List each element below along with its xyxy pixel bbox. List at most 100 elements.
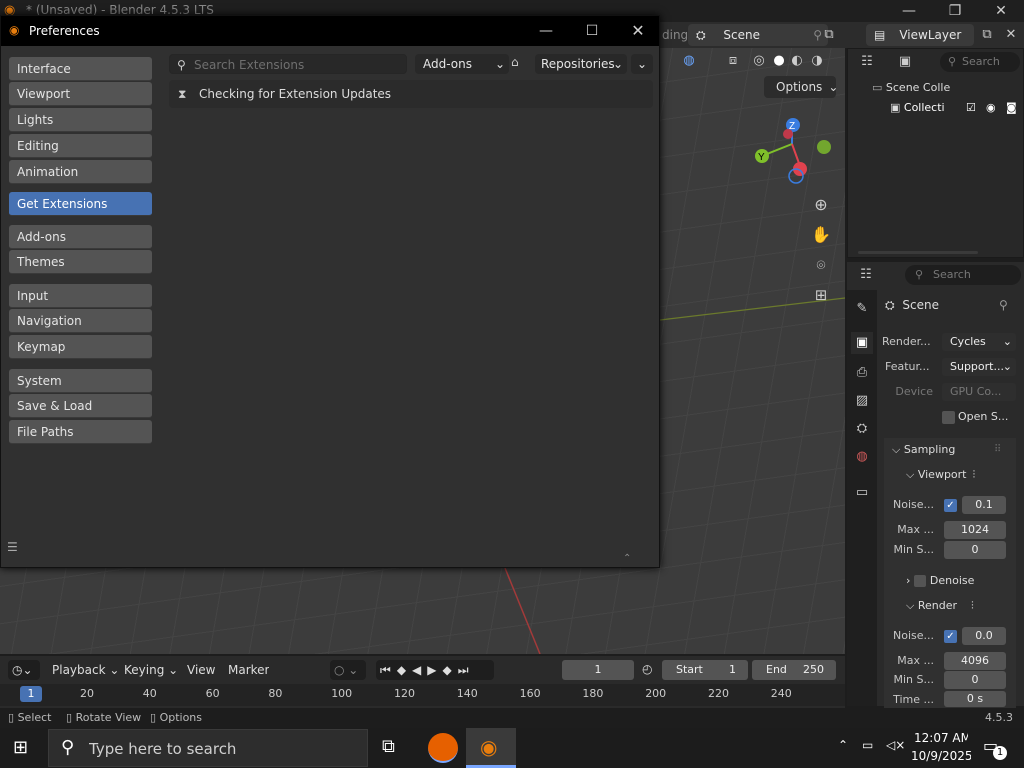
properties-search-input[interactable]: ⚲ Search [905,265,1021,285]
render-max-field[interactable]: 4096 [944,652,1006,670]
more-options-dropdown[interactable]: ⌄ [631,54,653,74]
close-button[interactable]: ✕ [978,0,1024,22]
zoom-icon[interactable]: ⊕ [810,194,832,216]
render-tab-icon[interactable]: ▣ [851,332,873,354]
display-mode-icon[interactable]: ▣ [894,51,916,73]
task-view-icon[interactable]: ⧉ [382,736,395,757]
new-viewlayer-icon[interactable]: ⧉ [976,24,998,46]
eye-icon[interactable]: ◉ [986,101,996,114]
nav-item-save-load[interactable]: Save & Load [9,394,152,418]
sampling-header[interactable]: ⌵ Sampling [892,443,955,457]
clock-date[interactable]: 10/9/2025 [911,749,971,763]
scene-tab-icon[interactable]: ⛭ [851,418,873,440]
view-layer-tab-icon[interactable]: ▨ [851,390,873,412]
render-subpanel-header[interactable]: ⌵ Render ⫶ [906,599,974,613]
extensions-search-input[interactable]: ⚲ Search Extensions [169,54,407,74]
stopwatch-icon[interactable]: ◴ [642,662,652,676]
render-noise-field[interactable]: 0.0 [962,627,1006,645]
perspective-toggle-icon[interactable]: ⊞ [810,284,832,306]
exclude-checkbox-icon[interactable]: ☑ [966,101,976,114]
tray-expand-icon[interactable]: ⌃ [838,738,848,752]
preferences-title-bar[interactable]: ◉ Preferences — ☐ ✕ [1,16,659,46]
properties-editor-icon[interactable]: ☷ [855,264,877,286]
view-menu[interactable]: View [187,663,215,677]
wireframe-shading-icon[interactable]: ◎ [748,50,770,72]
nav-item-add-ons[interactable]: Add-ons [9,225,152,249]
resize-handle-icon[interactable]: ⌃ [623,553,631,564]
scene-selector[interactable]: ⛭ Scene ⚲ [688,24,828,46]
nav-item-file-paths[interactable]: File Paths [9,420,152,444]
maximize-button[interactable]: ❐ [932,0,978,22]
viewlayer-selector[interactable]: ▤ ViewLayer [866,24,974,46]
material-shading-icon[interactable]: ◐ [786,50,808,72]
outliner-search-input[interactable]: ⚲ Search [940,52,1020,72]
repositories-dropdown[interactable]: Repositories ⌄ [535,54,627,74]
windows-start-icon[interactable]: ⊞ [13,737,28,758]
camera-view-icon[interactable]: ⌾ [810,254,832,276]
collection-tab-icon[interactable]: ▭ [851,482,873,504]
nav-item-lights[interactable]: Lights [9,108,152,132]
prefs-close-button[interactable]: ✕ [615,20,661,42]
outliner-scrollbar[interactable] [858,251,978,254]
taskbar-search-input[interactable]: ⚲ Type here to search [48,729,368,767]
render-min-field[interactable]: 0 [944,671,1006,689]
remove-viewlayer-icon[interactable]: ✕ [1000,24,1022,46]
prefs-minimize-button[interactable]: — [523,20,569,42]
editor-type-icon[interactable]: ☷ [856,51,878,73]
play-icon[interactable]: ▶ [427,663,442,677]
network-icon[interactable]: ▭ [862,738,873,752]
nav-item-get-extensions[interactable]: Get Extensions [9,192,152,216]
playback-menu[interactable]: Playback ⌄ [52,663,119,677]
rendered-shading-icon[interactable]: ◑ [806,50,828,72]
minimize-button[interactable]: — [886,0,932,22]
current-frame-badge[interactable]: 1 [20,686,42,702]
xray-icon[interactable]: ⧈ [722,50,744,72]
auto-keying-toggle[interactable]: ○ ⌄ [330,660,366,680]
workspace-tab-partial[interactable]: ding [662,28,688,42]
nav-item-keymap[interactable]: Keymap [9,335,152,359]
pan-hand-icon[interactable]: ✋ [810,224,832,246]
denoise-checkbox[interactable] [913,575,926,587]
viewport-max-field[interactable]: 1024 [944,521,1006,539]
blender-taskbar-button[interactable]: ◉ [466,728,516,768]
options-dropdown[interactable]: Options ⌄ [764,76,838,98]
prev-keyframe-icon[interactable]: ◆ [397,663,412,677]
start-frame-field[interactable]: Start 1 [662,660,748,680]
play-reverse-icon[interactable]: ◀ [412,663,427,677]
render-noise-checkbox[interactable]: ✓ [944,630,957,643]
pin-icon[interactable]: ⚲ [999,298,1008,312]
denoise-subpanel-header[interactable]: › Denoise [906,574,974,587]
nav-item-system[interactable]: System [9,369,152,393]
device-dropdown[interactable]: GPU Co... [942,383,1016,401]
timeline-ruler[interactable]: 1 20 40 60 80 100 120 140 160 180 200 220 240 [0,684,845,706]
firefox-icon[interactable] [428,733,458,763]
nav-item-input[interactable]: Input [9,284,152,308]
hamburger-menu-icon[interactable]: ☰ [7,540,18,554]
collection-row[interactable]: ▣ Collecti ☑ ◉ ◙ [890,101,1022,114]
end-frame-field[interactable]: End 250 [752,660,836,680]
viewport-subpanel-header[interactable]: ⌵ Viewport ⫶ [906,468,975,482]
viewport-min-field[interactable]: 0 [944,541,1006,559]
tag-icon[interactable]: ⌂ [511,55,519,69]
viewport-noise-checkbox[interactable]: ✓ [944,499,957,512]
feature-set-dropdown[interactable]: Support... ⌄ [942,358,1016,376]
render-engine-dropdown[interactable]: Cycles ⌄ [942,333,1016,351]
volume-muted-icon[interactable]: ◁× [886,738,905,752]
clock-time[interactable]: 12:07 AM [914,731,968,745]
nav-item-viewport[interactable]: Viewport [9,82,152,106]
camera-icon[interactable]: ◙ [1006,101,1017,114]
nav-item-interface[interactable]: Interface [9,57,152,81]
navigation-gizmo[interactable]: Z Y [750,114,840,194]
current-frame-field[interactable]: 1 [562,660,634,680]
nav-item-editing[interactable]: Editing [9,134,152,158]
output-tab-icon[interactable]: ⎙ [851,362,873,384]
open-shading-checkbox[interactable] [942,411,955,424]
new-scene-icon[interactable]: ⧉ [818,24,840,46]
nav-item-navigation[interactable]: Navigation [9,309,152,333]
nav-item-animation[interactable]: Animation [9,160,152,184]
next-keyframe-icon[interactable]: ◆ [443,663,458,677]
prefs-maximize-button[interactable]: ☐ [569,20,615,42]
jump-start-icon[interactable]: ⏮ [380,663,397,677]
keying-menu[interactable]: Keying ⌄ [124,663,178,677]
tool-tab-icon[interactable]: ✎ [851,298,873,320]
